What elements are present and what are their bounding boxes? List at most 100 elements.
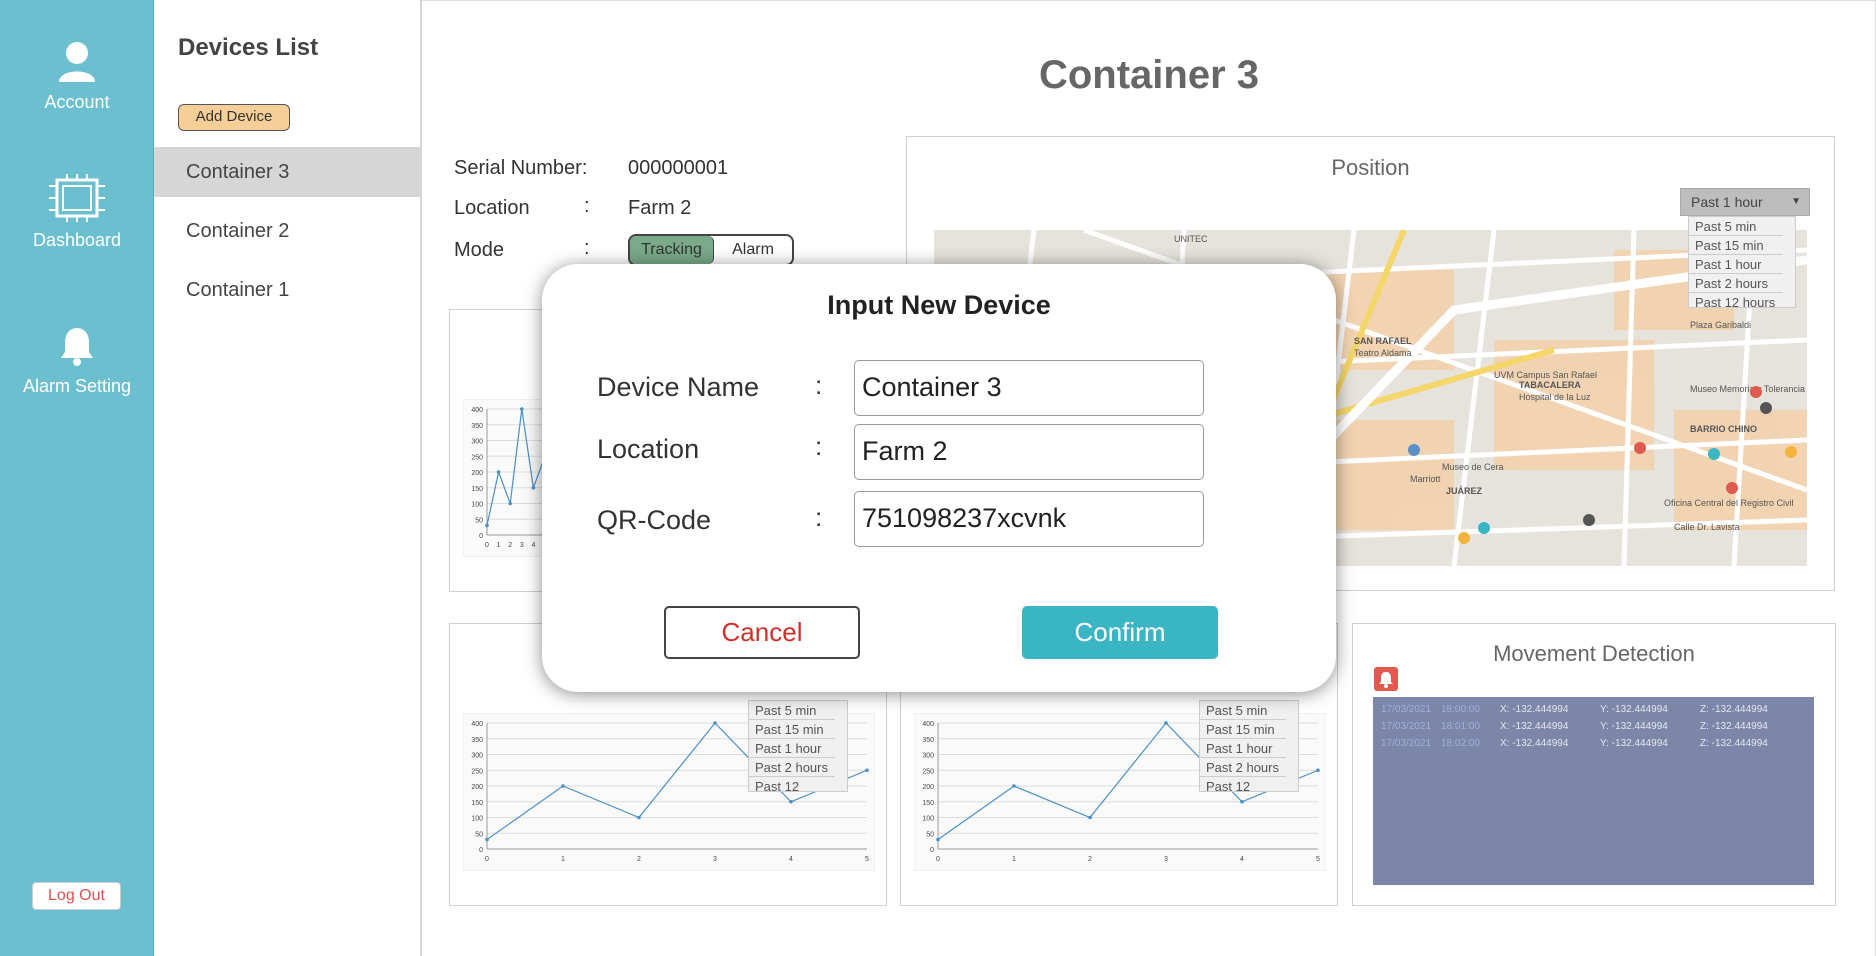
nav-dashboard[interactable]: Dashboard — [0, 174, 154, 251]
movement-y: Y: -132.444994 — [1600, 721, 1668, 732]
add-device-button[interactable]: Add Device — [178, 104, 290, 131]
map-label: Oficina Central del Registro Civil — [1664, 498, 1794, 508]
y-tick-label: 50 — [475, 517, 483, 524]
range-option[interactable]: Past 15 min — [749, 720, 835, 739]
movement-time: 18:00:00 — [1441, 704, 1480, 715]
y-tick-label: 200 — [471, 470, 483, 477]
y-tick-label: 0 — [479, 533, 483, 540]
movement-z: Z: -132.444994 — [1700, 738, 1768, 749]
chart-3-range-options: Past 5 min Past 15 min Past 1 hour Past … — [1199, 700, 1299, 792]
nav-account[interactable]: Account — [0, 40, 154, 113]
x-tick-label: 3 — [713, 856, 717, 863]
device-item-container-1[interactable]: Container 1 — [154, 265, 420, 315]
movement-date: 17/03/2021 — [1381, 704, 1432, 715]
y-tick-label: 150 — [471, 800, 483, 807]
alarm-badge[interactable] — [1374, 667, 1398, 691]
location-field-colon: : — [815, 431, 823, 461]
range-option[interactable]: Past 2 hours — [1200, 758, 1286, 777]
bell-icon — [61, 328, 93, 366]
map-label: JUÁREZ — [1446, 486, 1483, 496]
map-label: SAN RAFAEL — [1354, 336, 1412, 346]
modal-title: Input New Device — [827, 290, 1051, 320]
range-option[interactable]: Past 15 min — [1200, 720, 1286, 739]
serial-label: Serial Number: — [454, 157, 588, 179]
data-point — [485, 523, 489, 528]
confirm-button[interactable]: Confirm — [1022, 606, 1218, 659]
range-option[interactable]: Past 12 hours — [749, 777, 835, 791]
y-tick-label: 400 — [471, 721, 483, 728]
movement-z: Z: -132.444994 — [1700, 721, 1768, 732]
y-tick-label: 100 — [922, 816, 934, 823]
y-tick-label: 350 — [471, 737, 483, 744]
device-name-input[interactable]: Container 3 — [854, 360, 1204, 416]
y-tick-label: 50 — [926, 831, 934, 838]
x-tick-label: 3 — [1164, 856, 1168, 863]
qr-code-input[interactable]: 751098237xcvnk — [854, 491, 1204, 547]
device-item-container-2[interactable]: Container 2 — [154, 206, 420, 256]
range-option[interactable]: Past 12 hours — [1689, 293, 1783, 307]
mode-alarm-option[interactable]: Alarm — [714, 236, 792, 264]
y-tick-label: 150 — [922, 800, 934, 807]
y-tick-label: 300 — [471, 753, 483, 760]
y-tick-label: 100 — [471, 502, 483, 509]
nav-account-label: Account — [44, 92, 110, 112]
y-tick-label: 250 — [471, 454, 483, 461]
movement-x: X: -132.444994 — [1500, 704, 1569, 715]
logout-button[interactable]: Log Out — [32, 882, 121, 910]
x-tick-label: 0 — [485, 856, 489, 863]
devices-list-panel: Devices List Add Device Container 3 Cont… — [154, 0, 422, 956]
map-label: UNITEC — [1174, 234, 1208, 244]
mode-tracking-option[interactable]: Tracking — [630, 236, 714, 264]
range-option[interactable]: Past 5 min — [1200, 701, 1286, 720]
location-input[interactable]: Farm 2 — [854, 424, 1204, 480]
movement-log: 17/03/2021 18:00:00 X: -132.444994 Y: -1… — [1373, 697, 1814, 885]
device-name-label: Device Name — [597, 372, 760, 402]
y-tick-label: 300 — [922, 753, 934, 760]
bell-icon — [1379, 672, 1393, 688]
x-tick-label: 2 — [1088, 856, 1092, 863]
nav-alarm-setting[interactable]: Alarm Setting — [0, 326, 154, 397]
y-tick-label: 300 — [471, 439, 483, 446]
range-option[interactable]: Past 1 hour — [1200, 739, 1286, 758]
range-option[interactable]: Past 5 min — [1689, 217, 1783, 236]
data-point — [1164, 721, 1168, 725]
data-point — [1316, 768, 1320, 773]
app-root: Account Dashboard Alarm Setting Log Out … — [0, 0, 1876, 956]
y-tick-label: 0 — [930, 847, 934, 854]
data-point — [520, 407, 524, 411]
position-range-value: Past 1 hour — [1691, 194, 1763, 210]
range-option[interactable]: Past 1 hour — [1689, 255, 1783, 274]
x-tick-label: 1 — [1012, 856, 1016, 863]
y-tick-label: 250 — [922, 768, 934, 775]
data-point — [789, 799, 793, 804]
x-tick-label: 4 — [789, 856, 793, 863]
x-tick-label: 3 — [520, 542, 524, 549]
position-range-options: Past 5 min Past 15 min Past 1 hour Past … — [1688, 216, 1796, 308]
range-option[interactable]: Past 5 min — [749, 701, 835, 720]
nav-dashboard-label: Dashboard — [32, 230, 122, 250]
map-label: Calle Dr. Lavista — [1674, 522, 1740, 532]
movement-title: Movement Detection — [1493, 641, 1695, 666]
data-point — [485, 837, 489, 842]
data-point — [936, 837, 940, 842]
range-option[interactable]: Past 2 hours — [749, 758, 835, 777]
map-label: Hospital de la Luz — [1519, 392, 1591, 402]
mode-colon: : — [584, 237, 590, 259]
movement-time: 18:02:00 — [1441, 738, 1480, 749]
range-option[interactable]: Past 12 hours — [1200, 777, 1286, 791]
range-option[interactable]: Past 2 hours — [1689, 274, 1783, 293]
data-point — [531, 485, 536, 490]
devices-list-title: Devices List — [178, 34, 319, 61]
data-point — [561, 784, 565, 788]
position-range-select[interactable]: Past 1 hour ▼ — [1680, 188, 1810, 216]
map-label: Plaza Garibaldi — [1690, 320, 1751, 330]
y-tick-label: 350 — [922, 737, 934, 744]
device-item-container-3[interactable]: Container 3 — [154, 147, 420, 197]
x-tick-label: 5 — [1316, 856, 1320, 863]
range-option[interactable]: Past 1 hour — [749, 739, 835, 758]
mode-toggle[interactable]: Tracking Alarm — [628, 234, 794, 266]
range-option[interactable]: Past 15 min — [1689, 236, 1783, 255]
y-tick-label: 250 — [471, 768, 483, 775]
x-tick-label: 1 — [497, 542, 501, 549]
cancel-button[interactable]: Cancel — [664, 606, 860, 659]
